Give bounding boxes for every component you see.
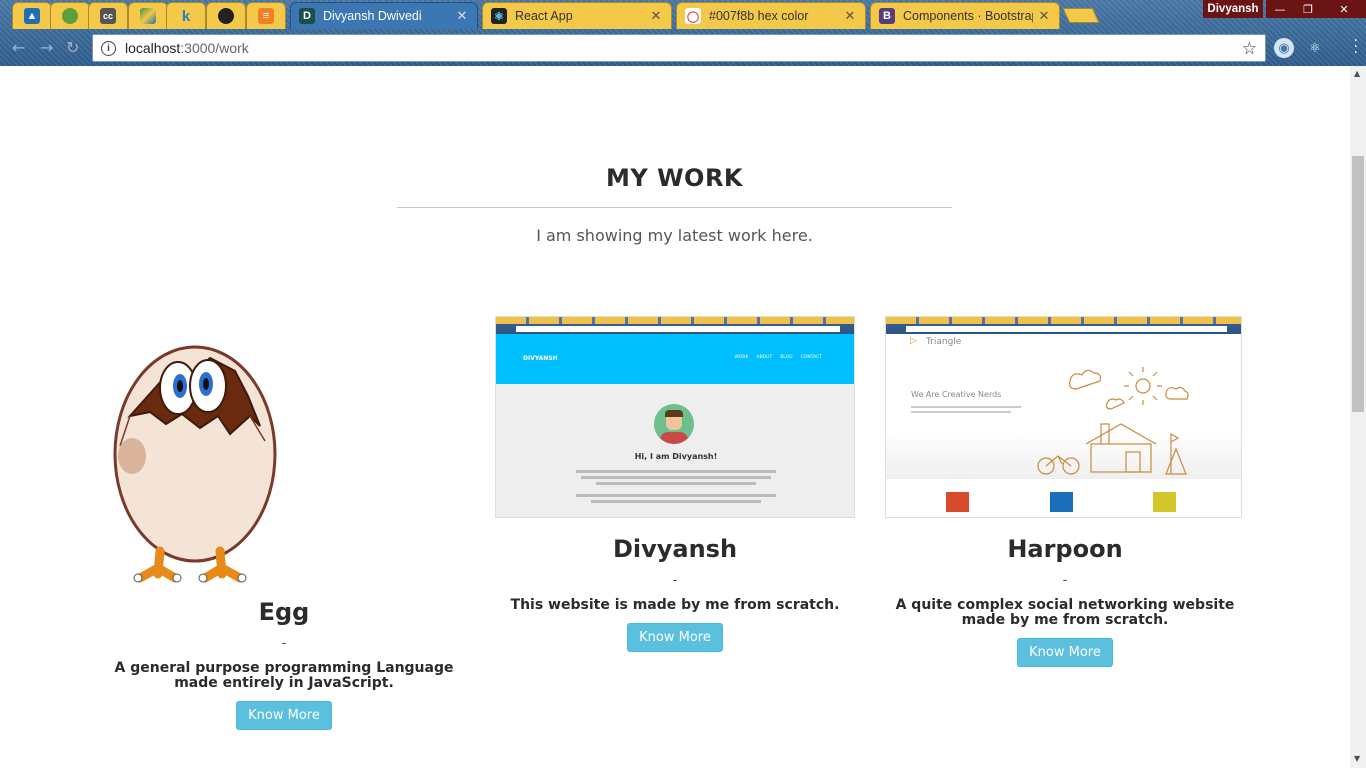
preview-nav-item: ABOUT xyxy=(756,355,773,360)
preview-nav-item: BLOG xyxy=(780,355,793,360)
preview-nav: WORK ABOUT BLOG CONTACT xyxy=(734,355,822,360)
k-icon: k xyxy=(181,7,191,25)
tab-title: React App xyxy=(515,9,573,23)
nodejs-icon xyxy=(62,8,78,24)
page-scrollbar[interactable]: ▲ ▼ xyxy=(1350,66,1366,768)
section-title: MY WORK xyxy=(605,164,744,192)
project-card-divyansh: Divyansh - This website is made by me fr… xyxy=(505,535,845,652)
preview-browser-bar xyxy=(496,317,854,334)
preview-navbar: DIVYANSH WORK ABOUT BLOG CONTACT xyxy=(496,334,854,384)
pinned-tab-2[interactable] xyxy=(50,2,90,29)
tab-divyansh[interactable]: D Divyansh Dwivedi ✕ xyxy=(290,2,478,29)
window-controls: — ❐ ✕ xyxy=(1266,0,1366,18)
scroll-down-icon[interactable]: ▼ xyxy=(1354,754,1360,763)
preview-landing: ▷ Triangle We Are Creative Nerds xyxy=(886,334,1241,517)
close-tab-icon[interactable]: ✕ xyxy=(1037,8,1051,24)
harpoon-site-preview: ▷ Triangle We Are Creative Nerds xyxy=(885,316,1242,518)
minimize-icon[interactable]: — xyxy=(1266,0,1294,18)
project-name: Harpoon xyxy=(1007,535,1123,563)
close-window-icon[interactable]: ✕ xyxy=(1322,0,1366,18)
avatar xyxy=(654,404,694,444)
tab-strip: ▲ cc k ≡ D Divyansh Dwivedi ✕ ⚛ React Ap… xyxy=(0,0,1366,30)
tab-title: Divyansh Dwivedi xyxy=(323,9,422,23)
restore-icon[interactable]: ❐ xyxy=(1294,0,1322,18)
github-icon xyxy=(218,8,234,24)
project-separator: - xyxy=(281,636,287,651)
browser-chrome: ▲ cc k ≡ D Divyansh Dwivedi ✕ ⚛ React Ap… xyxy=(0,0,1366,66)
preview-brand: DIVYANSH xyxy=(523,355,558,362)
profile-button[interactable]: Divyansh xyxy=(1203,0,1263,18)
section-divider xyxy=(397,207,952,208)
preview-nav-item: WORK xyxy=(734,355,749,360)
chrome-menu-icon[interactable]: · · · xyxy=(1354,34,1358,60)
bird-icon: ▲ xyxy=(24,8,40,24)
cabin-illustration xyxy=(1037,367,1189,475)
preview-tagline: We Are Creative Nerds xyxy=(911,390,1002,399)
tab-favicon-icon: D xyxy=(299,8,315,24)
project-description: This website is made by me from scratch. xyxy=(510,597,840,613)
reload-icon[interactable]: ↻ xyxy=(66,38,79,57)
project-description: A general purpose programming Language m… xyxy=(114,660,454,691)
toolbar: ← → ↻ i localhost:3000/work ☆ ◉ ⚛ · · · xyxy=(0,30,1366,66)
triangle-logo-icon: ▷ xyxy=(910,336,917,346)
preview-tile-blue xyxy=(1050,492,1073,512)
project-separator: - xyxy=(1062,573,1068,588)
url-text: localhost:3000/work xyxy=(125,40,249,56)
tab-react-app[interactable]: ⚛ React App ✕ xyxy=(482,2,672,29)
tab-bootstrap[interactable]: B Components · Bootstrap ✕ xyxy=(870,2,1060,29)
close-tab-icon[interactable]: ✕ xyxy=(455,8,469,24)
project-name: Egg xyxy=(258,598,310,626)
pinned-tab-4[interactable] xyxy=(128,2,168,29)
pinned-tab-5[interactable]: k xyxy=(166,2,206,29)
project-card-egg: Egg - A general purpose programming Lang… xyxy=(114,598,454,730)
react-devtools-icon[interactable]: ⚛ xyxy=(1305,38,1325,58)
preview-hero: Hi, I am Divyansh! xyxy=(496,384,854,517)
pinned-tab-1[interactable]: ▲ xyxy=(12,2,52,29)
forward-icon[interactable]: → xyxy=(40,38,53,57)
project-name: Divyansh xyxy=(612,535,738,563)
know-more-button[interactable]: Know More xyxy=(236,701,332,730)
project-description: A quite complex social networking websit… xyxy=(895,597,1235,628)
react-icon: ⚛ xyxy=(491,8,507,24)
preview-nav-item: CONTACT xyxy=(800,355,822,360)
address-bar[interactable]: i localhost:3000/work ☆ xyxy=(92,34,1266,62)
egg-illustration xyxy=(113,345,277,583)
info-icon[interactable]: i xyxy=(101,40,116,56)
colorhexa-icon: ◯ xyxy=(685,8,701,24)
preview-browser-bar xyxy=(886,317,1241,334)
preview-tile-red xyxy=(946,492,969,512)
project-separator: - xyxy=(672,573,678,588)
page-content: MY WORK I am showing my latest work here… xyxy=(0,66,1350,768)
pinned-tab-3[interactable]: cc xyxy=(88,2,128,29)
preview-brand: Triangle xyxy=(926,337,962,347)
stackoverflow-icon: ≡ xyxy=(258,8,274,24)
tab-title: Components · Bootstrap xyxy=(903,9,1033,23)
new-tab-button[interactable] xyxy=(1062,8,1100,23)
know-more-button[interactable]: Know More xyxy=(1017,638,1113,667)
cc-icon: cc xyxy=(100,8,116,24)
scrollbar-thumb[interactable] xyxy=(1352,156,1364,412)
preview-greeting: Hi, I am Divyansh! xyxy=(634,452,718,461)
pinned-tab-6[interactable] xyxy=(206,2,246,29)
scroll-up-icon[interactable]: ▲ xyxy=(1354,69,1360,78)
tab-hex-color[interactable]: ◯ #007f8b hex color ✕ xyxy=(676,2,866,29)
divyansh-site-preview: DIVYANSH WORK ABOUT BLOG CONTACT Hi, I a… xyxy=(495,316,855,518)
url-path: :3000/work xyxy=(180,40,249,56)
close-tab-icon[interactable]: ✕ xyxy=(649,8,663,24)
tab-title: #007f8b hex color xyxy=(709,9,809,23)
project-card-harpoon: Harpoon - A quite complex social network… xyxy=(895,535,1235,667)
preview-tile-yellow xyxy=(1153,492,1176,512)
extension-icon[interactable]: ◉ xyxy=(1274,38,1294,58)
close-tab-icon[interactable]: ✕ xyxy=(843,8,857,24)
back-icon[interactable]: ← xyxy=(12,38,25,57)
bootstrap-icon: B xyxy=(879,8,895,24)
pinned-tab-7[interactable]: ≡ xyxy=(246,2,286,29)
drive-icon xyxy=(140,8,156,24)
know-more-button[interactable]: Know More xyxy=(627,623,723,652)
bookmark-star-icon[interactable]: ☆ xyxy=(1242,39,1257,59)
url-host: localhost xyxy=(125,40,181,56)
section-subtitle: I am showing my latest work here. xyxy=(536,226,813,245)
